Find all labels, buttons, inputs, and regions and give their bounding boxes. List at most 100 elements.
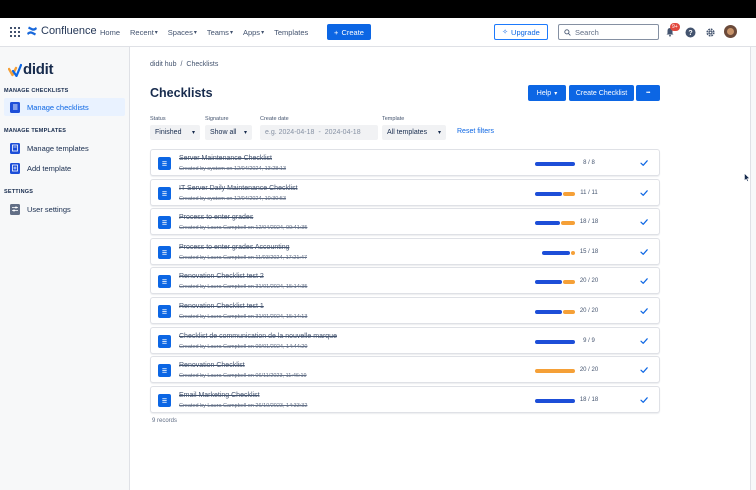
confluence-logo[interactable]: Confluence (26, 25, 97, 37)
checklist-row[interactable]: Renovation Checklist test 1 Created by La… (150, 297, 660, 324)
progress-bar-done-segment (535, 162, 575, 166)
progress-bar (535, 399, 575, 403)
chevron-down-icon: ▾ (229, 30, 233, 36)
sidebar-item-manage-templates[interactable]: Manage templates (4, 139, 125, 157)
nav-item-home[interactable]: Home (100, 28, 120, 37)
create-button[interactable]: + Create (327, 24, 371, 40)
checklist-meta: Created by Laura Campbell on 31/01/2024,… (179, 284, 308, 290)
confluence-logo-icon (27, 26, 37, 36)
sidebar-item-user-settings[interactable]: User settings (4, 200, 125, 218)
more-actions-button[interactable]: ••• (636, 85, 660, 101)
sidebar-section-title: MANAGE TEMPLATES (4, 128, 67, 134)
checklist-title[interactable]: Renovation Checklist test 1 (179, 303, 264, 310)
progress-bar-signed-segment (571, 251, 575, 255)
checklist-meta: Created by system on 12/04/2024, 10:30:5… (179, 196, 287, 202)
checkmark-icon (640, 367, 648, 373)
checkmark-icon (640, 219, 648, 225)
checklist-title[interactable]: IT Server Daily Maintenance Checklist (179, 185, 298, 192)
filter-bar: Status Finished ▾ Signature Show all ▾ C… (150, 116, 550, 142)
progress-count: 15 / 18 (579, 249, 599, 255)
progress-bar-done-segment (535, 399, 575, 403)
svg-text:?: ? (688, 30, 692, 37)
create-checklist-button[interactable]: Create Checklist (569, 85, 634, 101)
primary-nav: Home Recent ▾ Spaces ▾ Teams ▾ Apps ▾ Templates (100, 18, 308, 47)
sliders-icon (10, 203, 20, 215)
checklist-row[interactable]: Process to enter grades Accounting Create… (150, 238, 660, 265)
checklist-row[interactable]: Email Marketing Checklist Created by Laur… (150, 386, 660, 413)
checklist-icon (158, 157, 171, 170)
app-switcher-icon[interactable] (10, 27, 20, 37)
progress-bar (541, 251, 575, 255)
help-icon[interactable]: ? (684, 26, 696, 38)
sidebar-item-label: Add template (27, 163, 72, 173)
search-icon (564, 28, 571, 36)
checklist-meta: Created by system on 12/04/2024, 13:28:1… (179, 166, 287, 172)
didit-check-icon (8, 63, 22, 77)
chevron-down-icon: ▾ (191, 130, 195, 136)
settings-gear-icon[interactable] (704, 26, 716, 38)
checklist-icon (158, 394, 171, 407)
status-filter-select[interactable]: Finished ▾ (150, 125, 200, 140)
date-to-input[interactable]: 2024-04-18 (325, 129, 361, 136)
nav-item-teams[interactable]: Teams ▾ (207, 28, 233, 37)
nav-item-templates[interactable]: Templates (274, 28, 308, 37)
checklist-meta: Created by Laura Campbell on 26/10/2023,… (179, 403, 308, 409)
checklist-title[interactable]: Renovation Checklist test 2 (179, 273, 264, 280)
sidebar-section-title: SETTINGS (4, 189, 34, 195)
checklist-title[interactable]: Email Marketing Checklist (179, 392, 260, 399)
checklist-row[interactable]: Checklist de communication de la nouvell… (150, 327, 660, 354)
checkmark-icon (640, 338, 648, 344)
checklist-row[interactable]: Server Maintenance Checklist Created by s… (150, 149, 660, 176)
nav-item-recent[interactable]: Recent ▾ (130, 28, 158, 37)
progress-bar (535, 162, 575, 166)
checklist-title[interactable]: Renovation Checklist (179, 362, 245, 369)
progress-bar-done-segment (541, 251, 571, 255)
records-count: 9 records (152, 418, 178, 424)
didit-brand-logo[interactable]: didit (8, 61, 53, 78)
search-input[interactable]: Search (558, 24, 659, 40)
checklist-icon (158, 187, 171, 200)
breadcrumb-hub-link[interactable]: didit hub (150, 61, 176, 68)
checklist-meta: Created by Laura Campbell on 09/01/2024,… (179, 344, 308, 350)
date-from-input[interactable]: e.g. 2024-04-18 (265, 129, 314, 136)
sidebar-item-add-template[interactable]: Add template (4, 159, 125, 177)
template-icon (10, 142, 20, 154)
sidebar-item-manage-checklists[interactable]: Manage checklists (4, 98, 125, 116)
notification-badge: 9+ (670, 23, 680, 31)
reset-filters-link[interactable]: Reset filters (457, 128, 494, 135)
progress-bar-signed-segment (563, 192, 575, 196)
chevron-down-icon: ▾ (154, 30, 158, 36)
checkmark-icon (640, 308, 648, 314)
help-dropdown-button[interactable]: Help ▾ (528, 85, 566, 101)
checkmark-icon (640, 278, 648, 284)
nav-item-apps[interactable]: Apps ▾ (243, 28, 264, 37)
checkmark-icon (640, 160, 648, 166)
progress-bar (535, 280, 575, 284)
top-black-bar (0, 0, 756, 18)
checklist-row[interactable]: Renovation Checklist Created by Laura Cam… (150, 356, 660, 383)
user-avatar[interactable] (724, 25, 737, 38)
checklist-title[interactable]: Process to enter grades (179, 214, 253, 221)
template-filter-select[interactable]: All templates ▾ (382, 125, 446, 140)
progress-bar (535, 369, 575, 373)
chevron-down-icon: ▾ (261, 30, 265, 36)
checklist-row[interactable]: Renovation Checklist test 2 Created by La… (150, 267, 660, 294)
checklist-icon (158, 305, 171, 318)
upgrade-button[interactable]: ✧ Upgrade (494, 24, 548, 40)
checklist-title[interactable]: Server Maintenance Checklist (179, 155, 272, 162)
checklist-row[interactable]: IT Server Daily Maintenance Checklist Cre… (150, 179, 660, 206)
checklist-meta: Created by Laura Campbell on 31/01/2024,… (179, 314, 308, 320)
progress-count: 18 / 18 (579, 397, 599, 403)
plus-icon: + (334, 27, 339, 37)
checklist-title[interactable]: Checklist de communication de la nouvell… (179, 333, 337, 340)
breadcrumb-current[interactable]: Checklists (186, 61, 218, 68)
add-template-icon (10, 162, 20, 174)
nav-item-spaces[interactable]: Spaces ▾ (168, 28, 197, 37)
create-date-range-input[interactable]: e.g. 2024-04-18 - 2024-04-18 (260, 125, 378, 140)
progress-bar-signed-segment (563, 280, 575, 284)
checklist-icon (158, 216, 171, 229)
signature-filter-select[interactable]: Show all ▾ (205, 125, 252, 140)
progress-bar-done-segment (535, 192, 563, 196)
checklist-title[interactable]: Process to enter grades Accounting (179, 244, 290, 251)
checklist-row[interactable]: Process to enter grades Created by Laura … (150, 208, 660, 235)
